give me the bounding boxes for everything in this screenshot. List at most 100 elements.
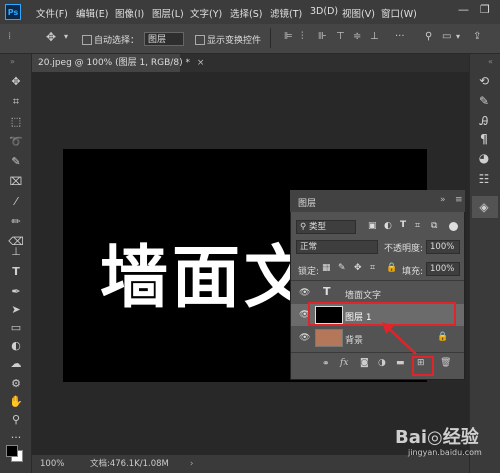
menu-view[interactable]: 视图(V) bbox=[342, 6, 375, 20]
watermark-url: jingyan.baidu.com bbox=[408, 448, 482, 457]
more-tools-icon[interactable]: ··· bbox=[8, 430, 24, 446]
adjustment-layer-icon[interactable]: ◑ bbox=[378, 358, 386, 368]
fill-label: 填充: bbox=[402, 267, 424, 277]
menu-type[interactable]: 文字(Y) bbox=[190, 6, 222, 20]
align-bottom-icon[interactable]: ⊥ bbox=[370, 31, 379, 42]
menu-select[interactable]: 选择(S) bbox=[230, 6, 262, 20]
smudge-tool-icon[interactable]: ☁ bbox=[8, 356, 24, 372]
document-tab[interactable]: 20.jpeg @ 100% (图层 1, RGB/8) * × bbox=[32, 54, 204, 72]
menu-window[interactable]: 窗口(W) bbox=[381, 6, 417, 20]
brush-tool-icon[interactable]: ✏ bbox=[8, 214, 24, 230]
lock-label: 锁定: bbox=[298, 267, 320, 277]
share-icon[interactable]: ⇪ bbox=[473, 31, 481, 42]
layer-filter-dropdown[interactable]: ⚲ 类型 bbox=[296, 220, 356, 234]
quick-select-tool-icon[interactable]: ✎ bbox=[8, 154, 24, 170]
restore-button[interactable]: ❐ bbox=[480, 3, 490, 16]
align-top-icon[interactable]: ⊤ bbox=[336, 31, 345, 42]
lasso-tool-icon[interactable]: ➰ bbox=[8, 134, 24, 150]
lock-position-icon[interactable]: ✥ bbox=[354, 263, 362, 273]
marquee-tool-icon[interactable]: ⬚ bbox=[8, 114, 24, 130]
menu-file[interactable]: 文件(F) bbox=[36, 6, 68, 20]
paragraph-icon[interactable]: ¶ bbox=[475, 130, 493, 148]
collapse-icon[interactable]: « bbox=[488, 57, 493, 66]
more-options-icon[interactable]: ··· bbox=[395, 31, 405, 42]
opacity-input[interactable]: 100% bbox=[426, 240, 460, 254]
pen-tool-icon[interactable]: ✒ bbox=[8, 284, 24, 300]
align-left-icon[interactable]: ⊫ bbox=[284, 31, 293, 42]
menu-edit[interactable]: 编辑(E) bbox=[76, 6, 108, 20]
panel-menu-icon[interactable]: ≡ bbox=[455, 195, 463, 205]
menu-filter[interactable]: 滤镜(T) bbox=[270, 6, 302, 20]
hand-tool-icon[interactable]: ✋ bbox=[8, 394, 24, 410]
lock-all-icon[interactable]: 🔒 bbox=[386, 263, 397, 273]
lock-pixels-icon[interactable]: ✎ bbox=[338, 263, 346, 273]
align-right-icon[interactable]: ⊪ bbox=[318, 31, 327, 42]
fx-icon[interactable]: fx bbox=[340, 358, 348, 368]
foreground-color-swatch[interactable] bbox=[6, 445, 18, 457]
eyedropper-tool-icon[interactable]: ⁄ bbox=[8, 194, 24, 210]
chevron-down-icon[interactable]: ▾ bbox=[456, 32, 460, 41]
menu-3d[interactable]: 3D(D) bbox=[310, 6, 338, 17]
layers-icon[interactable]: ◈ bbox=[475, 198, 493, 216]
brush-settings-icon[interactable]: ✎ bbox=[475, 92, 493, 110]
filter-type-icon[interactable]: T bbox=[400, 220, 406, 230]
artboard-tool-icon[interactable]: ⌗ bbox=[8, 94, 24, 110]
swatches-icon[interactable]: ◕ bbox=[475, 149, 493, 167]
crop-tool-icon[interactable]: ⌧ bbox=[8, 174, 24, 190]
menu-image[interactable]: 图像(I) bbox=[115, 6, 144, 20]
layer-name: 墙面文字 bbox=[345, 291, 382, 301]
divider bbox=[270, 28, 271, 48]
move-tool-icon[interactable]: ✥ bbox=[46, 30, 56, 44]
workspace-icon[interactable]: ▭ bbox=[442, 31, 451, 42]
filter-adjustment-icon[interactable]: ◐ bbox=[384, 221, 392, 231]
move-tool-icon[interactable]: ✥ bbox=[8, 74, 24, 90]
zoom-tool-icon[interactable]: ⚲ bbox=[8, 412, 24, 428]
zoom-level[interactable]: 100% bbox=[40, 455, 64, 473]
delete-layer-icon[interactable]: 🗑 bbox=[440, 358, 451, 368]
gradient-tool-icon[interactable]: ◐ bbox=[8, 338, 24, 354]
filter-toggle-icon[interactable] bbox=[449, 222, 458, 231]
type-tool-icon[interactable]: T bbox=[8, 264, 24, 280]
history-icon[interactable]: ⟲ bbox=[475, 72, 493, 90]
menu-layer[interactable]: 图层(L) bbox=[152, 6, 184, 20]
chevron-down-icon[interactable]: ▾ bbox=[64, 32, 68, 41]
filter-smart-object-icon[interactable]: ⧉ bbox=[431, 221, 437, 231]
align-middle-icon[interactable]: ≑ bbox=[353, 31, 361, 42]
layers-panel-title[interactable]: 图层 bbox=[298, 196, 316, 209]
filter-pixel-icon[interactable]: ▣ bbox=[368, 221, 377, 231]
custom-shape-tool-icon[interactable]: ⚙ bbox=[8, 376, 24, 392]
close-icon[interactable]: × bbox=[197, 58, 205, 68]
document-tab-title: 20.jpeg @ 100% (图层 1, RGB/8) * bbox=[38, 58, 190, 68]
lock-artboard-icon[interactable]: ⌗ bbox=[370, 263, 375, 273]
adjustments-icon[interactable]: ☷ bbox=[475, 170, 493, 188]
rectangle-tool-icon[interactable]: ▭ bbox=[8, 320, 24, 336]
lock-transparent-icon[interactable]: ▦ bbox=[322, 263, 331, 273]
search-icon[interactable]: ⚲ bbox=[425, 31, 432, 42]
visibility-eye-icon[interactable]: 👁 bbox=[299, 288, 310, 298]
layer-name: 背景 bbox=[345, 336, 364, 346]
auto-select-dropdown[interactable]: 图层 bbox=[144, 32, 184, 46]
collapse-icon[interactable]: » bbox=[10, 57, 15, 66]
character-icon[interactable]: Ꭿ bbox=[475, 112, 493, 130]
auto-select-checkbox[interactable] bbox=[82, 35, 92, 45]
status-arrow-icon[interactable]: › bbox=[190, 455, 193, 473]
path-select-tool-icon[interactable]: ➤ bbox=[8, 302, 24, 318]
layer-row-text[interactable]: 👁 T 墙面文字 bbox=[291, 282, 464, 304]
add-mask-icon[interactable]: ◙ bbox=[360, 358, 369, 368]
collapse-icon[interactable]: » bbox=[440, 195, 446, 205]
link-layers-icon[interactable]: ⚭ bbox=[322, 359, 330, 369]
blend-mode-dropdown[interactable]: 正常 bbox=[296, 240, 378, 254]
fill-input[interactable]: 100% bbox=[426, 262, 460, 276]
show-transform-label: 显示变换控件 bbox=[207, 36, 262, 46]
show-transform-checkbox[interactable] bbox=[195, 35, 205, 45]
layer-row-background[interactable]: 👁 背景 🔒 bbox=[291, 327, 464, 349]
visibility-eye-icon[interactable]: 👁 bbox=[299, 333, 310, 343]
filter-shape-icon[interactable]: ⌗ bbox=[415, 221, 420, 231]
search-icon: ⚲ bbox=[300, 222, 309, 232]
new-group-icon[interactable]: ▬ bbox=[396, 358, 405, 368]
layer-thumbnail bbox=[315, 329, 343, 347]
stamp-tool-icon[interactable]: ⊥ bbox=[8, 244, 24, 260]
align-center-icon[interactable]: ⫶ bbox=[301, 31, 304, 42]
watermark: Bai◎经验 bbox=[395, 427, 479, 448]
minimize-button[interactable]: — bbox=[458, 3, 469, 16]
